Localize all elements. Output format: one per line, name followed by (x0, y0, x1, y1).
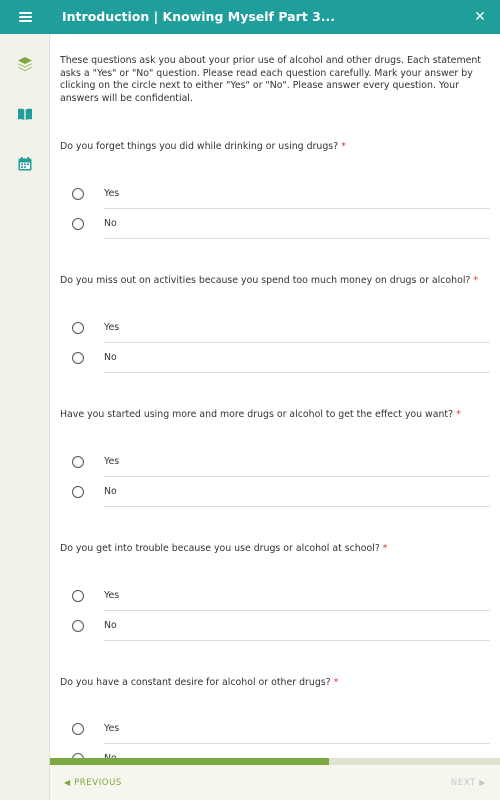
question-text: Do you have a constant desire for alcoho… (60, 677, 331, 688)
radio-button[interactable] (72, 723, 84, 735)
option-label: Yes (104, 188, 120, 199)
calendar-icon[interactable] (17, 156, 33, 172)
previous-button[interactable]: ◀ PREVIOUS (64, 765, 122, 800)
option-label: Yes (104, 322, 120, 333)
footer-nav: ◀ PREVIOUS NEXT ▶ (50, 765, 500, 800)
q1-option-yes[interactable]: Yes (70, 179, 490, 209)
radio-button[interactable] (72, 322, 84, 334)
divider (104, 640, 490, 641)
question-text: Do you get into trouble because you use … (60, 543, 380, 554)
q2-option-yes[interactable]: Yes (70, 313, 490, 343)
radio-button[interactable] (72, 590, 84, 602)
layers-icon[interactable] (17, 56, 33, 72)
question-5: Do you have a constant desire for alcoho… (60, 677, 490, 688)
sidebar (0, 34, 50, 800)
radio-button[interactable] (72, 456, 84, 468)
question-text: Do you forget things you did while drink… (60, 141, 339, 152)
question-text: Have you started using more and more dru… (60, 409, 454, 420)
question-4: Do you get into trouble because you use … (60, 543, 490, 554)
required-marker: * (382, 543, 388, 554)
q1-option-no[interactable]: No (70, 209, 490, 239)
q2-option-no[interactable]: No (70, 343, 490, 373)
option-label: No (104, 218, 117, 229)
option-label: No (104, 352, 117, 363)
previous-label: PREVIOUS (74, 778, 122, 788)
book-icon[interactable] (17, 106, 33, 122)
close-button[interactable]: ✕ (468, 0, 492, 34)
q5-option-no[interactable]: No (70, 744, 490, 758)
divider (104, 506, 490, 507)
option-label: No (104, 744, 117, 758)
instructions-text: These questions ask you about your prior… (60, 55, 481, 104)
divider (104, 372, 490, 373)
hamburger-icon (18, 12, 32, 22)
page-title: Introduction | Knowing Myself Part 3... (62, 9, 336, 24)
question-content: These questions ask you about your prior… (50, 34, 500, 758)
question-2: Do you miss out on activities because yo… (60, 275, 490, 286)
q3-option-no[interactable]: No (70, 477, 490, 507)
required-marker: * (341, 141, 346, 152)
q5-option-yes[interactable]: Yes (70, 714, 490, 744)
progress-fill (50, 758, 329, 765)
radio-button[interactable] (72, 188, 84, 200)
next-label: NEXT (450, 778, 476, 788)
radio-button[interactable] (72, 486, 84, 498)
q4-option-yes[interactable]: Yes (70, 581, 490, 611)
option-label: Yes (104, 590, 120, 601)
next-button[interactable]: NEXT ▶ (451, 765, 486, 800)
question-text: Do you miss out on activities because yo… (60, 275, 471, 286)
option-label: No (104, 620, 117, 631)
required-marker: * (473, 275, 479, 286)
radio-button[interactable] (72, 218, 84, 230)
required-marker: * (456, 409, 461, 420)
question-3: Have you started using more and more dru… (60, 409, 490, 420)
progress-bar (50, 758, 500, 765)
required-marker: * (333, 677, 339, 688)
option-label: No (104, 486, 117, 497)
question-1: Do you forget things you did while drink… (60, 141, 490, 152)
chevron-left-icon: ◀ (64, 778, 71, 787)
top-bar: Introduction | Knowing Myself Part 3... … (0, 0, 500, 34)
option-label: Yes (104, 723, 120, 734)
divider (104, 238, 490, 239)
radio-button[interactable] (72, 620, 84, 632)
menu-button[interactable] (0, 0, 50, 34)
q4-option-no[interactable]: No (70, 611, 490, 641)
radio-button[interactable] (72, 352, 84, 364)
chevron-right-icon: ▶ (479, 778, 486, 787)
option-label: Yes (104, 456, 120, 467)
q3-option-yes[interactable]: Yes (70, 447, 490, 477)
